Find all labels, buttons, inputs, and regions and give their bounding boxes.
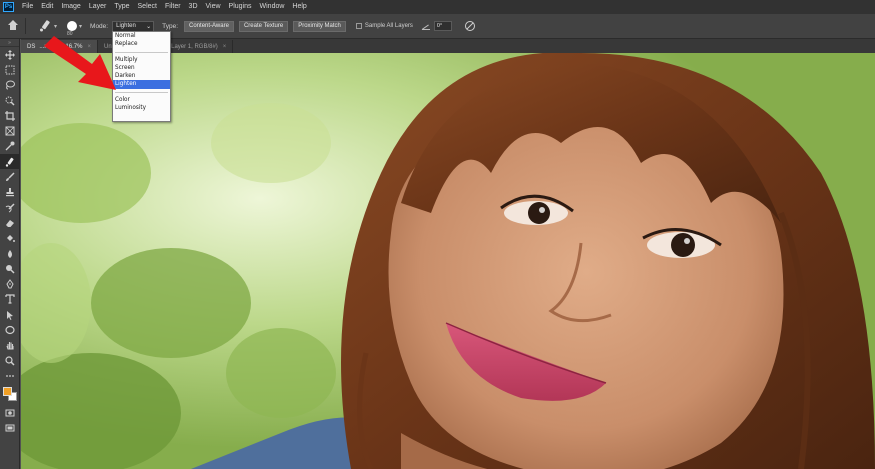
hand-tool-icon[interactable] [0,338,20,353]
pen-tool-icon[interactable] [0,276,20,291]
pressure-size-icon[interactable] [464,20,476,32]
menu-3d[interactable]: 3D [185,0,202,14]
mode-option-darken[interactable]: Darken [113,72,170,80]
mode-option-color[interactable]: Color [113,96,170,104]
quick-selection-tool-icon[interactable] [0,93,20,108]
color-swatches[interactable] [0,384,19,406]
spot-healing-brush-icon[interactable] [38,19,52,33]
sample-all-layers-label: Sample All Layers [364,23,413,29]
frame-tool-icon[interactable] [0,123,20,138]
type-label: Type: [162,22,179,30]
blur-tool-icon[interactable] [0,246,20,261]
brush-tool-icon[interactable] [0,169,20,184]
zoom-tool-icon[interactable] [0,353,20,368]
dodge-tool-icon[interactable] [0,261,20,276]
mode-select[interactable]: Lighten ⌄ [112,20,155,32]
tools-panel: » [0,39,20,469]
angle-icon [421,21,431,31]
brush-preview-icon[interactable]: 80 [67,21,78,37]
home-icon[interactable] [7,20,19,32]
ellipse-tool-icon[interactable] [0,322,20,337]
menu-layer[interactable]: Layer [85,0,111,14]
close-icon[interactable]: × [223,44,227,50]
eraser-tool-icon[interactable] [0,215,20,230]
angle-input[interactable]: 0° [433,21,452,31]
content-aware-button[interactable]: Content-Aware [184,20,234,32]
menu-type[interactable]: Type [110,0,133,14]
mode-option-screen[interactable]: Screen [113,64,170,72]
menu-separator [115,91,168,93]
annotation-arrow-icon [44,36,116,90]
mode-option-lighten[interactable]: Lighten [113,80,170,89]
spot-healing-brush-tool-icon[interactable] [0,154,20,170]
sample-all-layers-checkbox[interactable] [355,23,362,29]
menu-help[interactable]: Help [288,0,310,14]
menu-file[interactable]: File [18,0,37,14]
brush-picker-chevron-down-icon[interactable]: ▾ [79,23,82,30]
proximity-match-button[interactable]: Proximity Match [293,20,346,32]
menu-image[interactable]: Image [57,0,84,14]
crop-tool-icon[interactable] [0,108,20,123]
mode-label: Mode: [90,22,109,30]
mode-option-normal[interactable]: Normal [113,32,170,40]
path-selection-tool-icon[interactable] [0,307,20,322]
menu-view[interactable]: View [202,0,225,14]
create-texture-button[interactable]: Create Texture [238,20,289,32]
foreground-color-swatch[interactable] [3,386,12,396]
history-brush-tool-icon[interactable] [0,200,20,215]
tool-preset-chevron-down-icon[interactable]: ▾ [54,23,57,30]
mode-option-replace[interactable]: Replace [113,40,170,48]
clone-stamp-tool-icon[interactable] [0,185,20,200]
menu-edit[interactable]: Edit [37,0,57,14]
menu-separator [115,51,168,53]
menu-window[interactable]: Window [256,0,289,14]
menu-bar: Ps File Edit Image Layer Type Select Fil… [0,0,875,14]
more-tools-icon[interactable] [0,368,20,383]
toolbar-collapse-icon[interactable]: » [0,39,19,47]
mode-select-value: Lighten [116,23,136,29]
separator [25,18,26,34]
paint-bucket-tool-icon[interactable] [0,231,20,246]
tab-title: DS [27,43,36,50]
move-tool-icon[interactable] [0,47,20,62]
type-tool-icon[interactable] [0,292,20,307]
mode-option-luminosity[interactable]: Luminosity [113,104,170,112]
menu-select[interactable]: Select [134,0,161,14]
quick-mask-icon[interactable] [0,406,20,421]
menu-plugins[interactable]: Plugins [225,0,256,14]
mode-dropdown-menu: Normal Replace Multiply Screen Darken Li… [112,31,171,122]
rectangular-marquee-tool-icon[interactable] [0,62,20,77]
eyedropper-tool-icon[interactable] [0,139,20,154]
mode-option-multiply[interactable]: Multiply [113,56,170,64]
screen-mode-icon[interactable] [0,421,20,436]
menu-filter[interactable]: Filter [161,0,185,14]
photoshop-logo-icon: Ps [3,2,14,12]
lasso-tool-icon[interactable] [0,78,20,93]
chevron-down-icon: ⌄ [146,23,152,30]
